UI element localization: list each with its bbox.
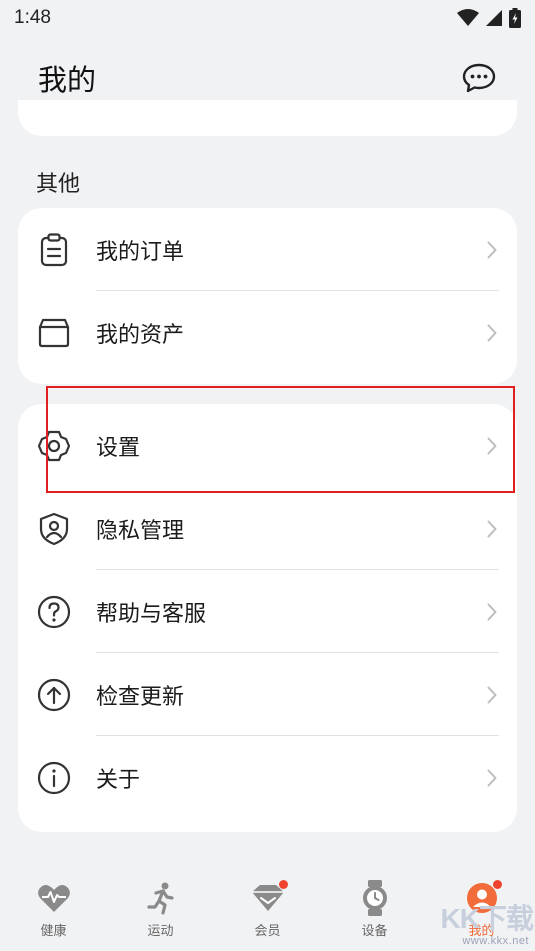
chevron-right-icon: [485, 602, 499, 622]
notification-badge: [278, 880, 288, 889]
chevron-right-icon: [485, 240, 499, 260]
chevron-right-icon: [485, 323, 499, 343]
tab-label: 健康: [40, 924, 67, 939]
box-icon: [36, 315, 72, 351]
card-orders-assets: 我的订单 我的资产: [18, 208, 517, 384]
menu-item-label: 设置: [96, 435, 141, 461]
menu-item-label: 帮助与客服: [96, 601, 207, 627]
tab-membership[interactable]: 会员: [228, 880, 308, 939]
scrolled-card-stub: [18, 100, 517, 136]
menu-item-privacy[interactable]: 隐私管理: [18, 487, 517, 570]
running-icon: [143, 880, 179, 916]
menu-item-label: 我的订单: [96, 239, 185, 265]
watermark-url: www.kkx.net: [462, 935, 529, 947]
battery-icon: [509, 8, 521, 28]
shield-user-icon: [36, 511, 72, 547]
menu-item-check-update[interactable]: 检查更新: [18, 653, 517, 736]
menu-item-about[interactable]: 关于: [18, 736, 517, 819]
clipboard-icon: [36, 232, 72, 268]
menu-item-help[interactable]: 帮助与客服: [18, 570, 517, 653]
menu-item-label: 关于: [96, 767, 141, 793]
tab-devices[interactable]: 设备: [335, 880, 415, 939]
info-circle-icon: [36, 760, 72, 796]
menu-item-assets[interactable]: 我的资产: [18, 291, 517, 374]
tab-exercise[interactable]: 运动: [121, 880, 201, 939]
chevron-right-icon: [485, 519, 499, 539]
heart-pulse-icon: [36, 880, 72, 916]
menu-item-settings[interactable]: 设置: [18, 404, 517, 487]
diamond-icon: [250, 880, 288, 916]
chevron-right-icon: [485, 685, 499, 705]
menu-item-label: 我的资产: [96, 322, 185, 348]
menu-item-orders[interactable]: 我的订单: [18, 208, 517, 291]
chat-bubble-icon[interactable]: [461, 60, 497, 96]
tab-label: 会员: [254, 924, 281, 939]
header: 我的: [0, 48, 535, 108]
question-circle-icon: [36, 594, 72, 630]
status-bar: 1:48: [0, 0, 535, 36]
tab-label: 运动: [147, 924, 174, 939]
menu-item-label: 隐私管理: [96, 518, 185, 544]
chevron-right-icon: [485, 768, 499, 788]
card-settings-group: 设置 隐私管理 帮助与客服 检查更新 关于: [18, 404, 517, 832]
watermark-logo: KK下载: [440, 903, 534, 934]
wifi-icon: [457, 9, 479, 26]
menu-item-label: 检查更新: [96, 684, 185, 710]
page-title: 我的: [38, 63, 97, 97]
section-label-other: 其他: [36, 172, 81, 197]
status-time: 1:48: [14, 7, 51, 28]
notification-badge: [492, 880, 502, 889]
status-icons: [457, 8, 521, 28]
arrow-up-circle-icon: [36, 677, 72, 713]
tab-health[interactable]: 健康: [14, 880, 94, 939]
gear-icon: [36, 428, 72, 464]
tab-label: 设备: [361, 924, 388, 939]
watch-icon: [357, 880, 393, 916]
chevron-right-icon: [485, 436, 499, 456]
signal-icon: [486, 10, 502, 26]
